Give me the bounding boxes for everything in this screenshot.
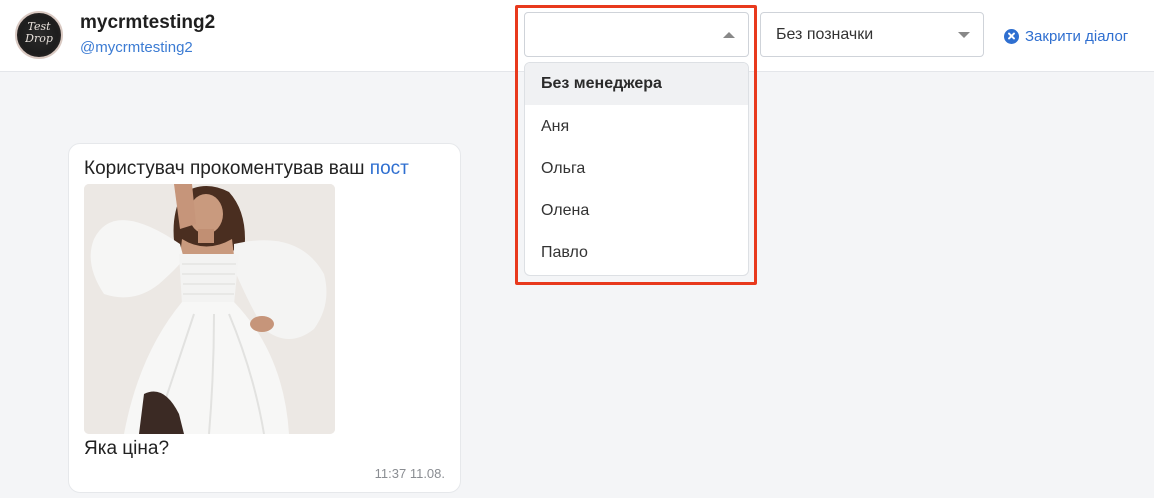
dropdown-item-pavlo[interactable]: Павло <box>525 232 748 274</box>
message-intro-text: Користувач прокоментував ваш <box>84 158 370 179</box>
dropdown-item-no-manager[interactable]: Без менеджера <box>525 63 748 105</box>
avatar[interactable]: Test Drop <box>15 11 63 59</box>
user-handle-link[interactable]: @mycrmtesting2 <box>80 39 193 56</box>
manager-dropdown-menu: Без менеджера Аня Ольга Олена Павло <box>524 62 749 276</box>
tag-select[interactable]: Без позначки <box>760 12 984 57</box>
post-image[interactable] <box>84 184 335 434</box>
manager-select[interactable] <box>524 12 749 57</box>
user-name: mycrmtesting2 <box>80 12 216 33</box>
close-dialog-label: Закрити діалог <box>1025 27 1129 45</box>
post-photo-illustration <box>84 184 335 434</box>
message-intro: Користувач прокоментував ваш пост <box>84 158 409 180</box>
dropdown-item-olga[interactable]: Ольга <box>525 148 748 190</box>
close-circle-icon <box>1004 28 1019 44</box>
dropdown-item-olena[interactable]: Олена <box>525 190 748 232</box>
chevron-up-icon <box>723 32 735 38</box>
dropdown-item-anya[interactable]: Аня <box>525 106 748 148</box>
post-link[interactable]: пост <box>370 158 409 179</box>
message-timestamp: 11:37 11.08. <box>374 466 445 481</box>
message-text: Яка ціна? <box>84 438 170 459</box>
close-dialog-button[interactable]: Закрити діалог <box>1004 26 1128 46</box>
avatar-logo-text: Test Drop <box>17 21 61 45</box>
message-bubble: Користувач прокоментував ваш пост Яка ці… <box>68 143 461 493</box>
tag-select-value: Без позначки <box>776 26 874 43</box>
avatar-logo-line2: Drop <box>25 32 53 45</box>
chevron-down-icon <box>958 32 970 38</box>
